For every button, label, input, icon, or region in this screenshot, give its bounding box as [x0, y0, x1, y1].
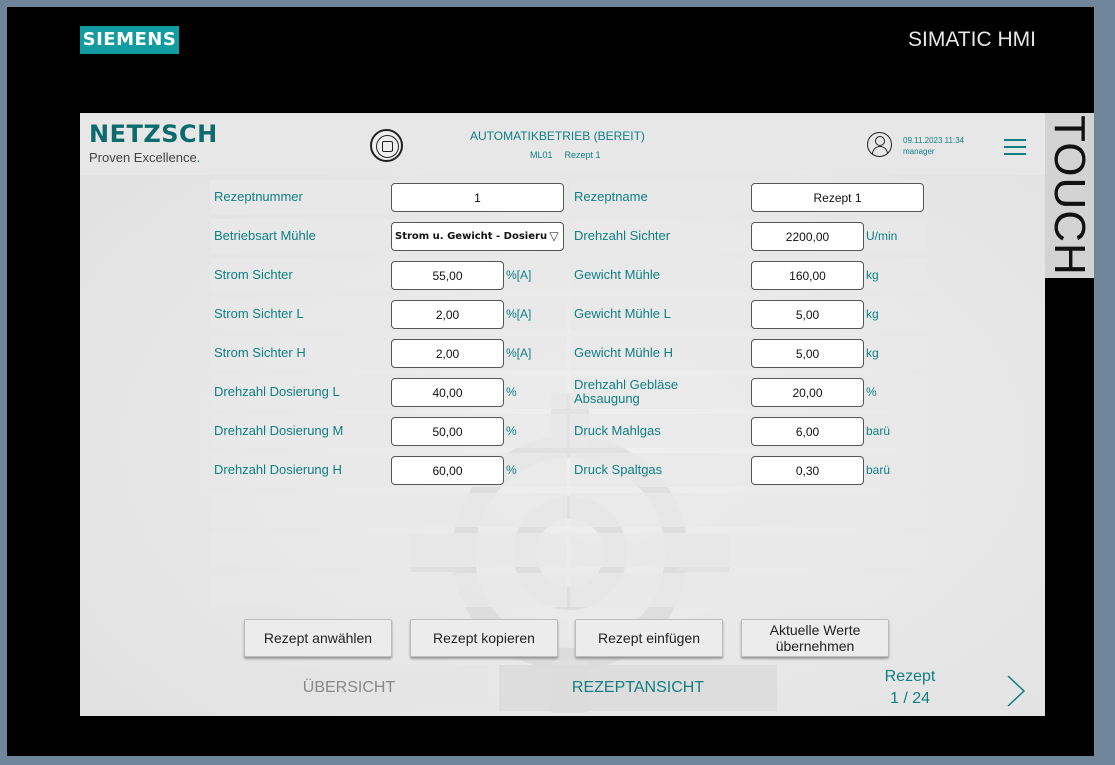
- tab-overview[interactable]: ÜBERSICHT: [210, 665, 488, 711]
- username: manager: [903, 147, 935, 156]
- machine-recipe-info: ML01 Rezept 1: [530, 150, 613, 160]
- recipe-number-field[interactable]: 1: [391, 183, 564, 212]
- header-bar: NETZSCH Proven Excellence. AUTOMATIKBETR…: [80, 113, 1045, 175]
- machine-id: ML01: [530, 150, 553, 160]
- tagline-text: Proven Excellence: [89, 150, 197, 165]
- mill-mode-value: Strom u. Gewicht - Dosierung: [395, 231, 562, 242]
- copy-recipe-button[interactable]: Rezept kopieren: [410, 619, 558, 657]
- gewicht-muehle-h-field[interactable]: 5,00: [751, 339, 864, 368]
- form-row-mill-mode: Betriebsart Mühle Strom u. Gewicht - Dos…: [210, 219, 567, 253]
- select-recipe-button[interactable]: Rezept anwählen: [244, 619, 392, 657]
- strom-sichter-h-unit: %[A]: [506, 346, 532, 360]
- form-row-gewicht-muehle-l: Gewicht Mühle L 5,00 kg: [570, 297, 927, 331]
- form-row-dosierung-m: Drehzahl Dosierung M 50,00 %: [210, 414, 567, 448]
- form-row-gewicht-muehle-h: Gewicht Mühle H 5,00 kg: [570, 336, 927, 370]
- recipe-name-field[interactable]: Rezept 1: [751, 183, 924, 212]
- strom-sichter-unit: %[A]: [506, 268, 532, 282]
- strom-sichter-l-unit: %[A]: [506, 307, 532, 321]
- form-row-drehzahl-sichter: Drehzahl Sichter 2200,00 U/min: [570, 219, 927, 253]
- empty-row: [570, 573, 927, 607]
- druck-mahlgas-label: Druck Mahlgas: [574, 423, 661, 438]
- dropdown-arrow-icon: ▽: [547, 229, 561, 243]
- tab-recipe-view[interactable]: REZEPTANSICHT: [499, 665, 777, 711]
- gewicht-muehle-l-field[interactable]: 5,00: [751, 300, 864, 329]
- recipe-pager: Rezept 1 / 24: [875, 666, 945, 710]
- pager-count: 1 / 24: [889, 690, 931, 707]
- druck-mahlgas-unit: barü: [866, 424, 891, 438]
- pager-title: Rezept: [884, 668, 936, 685]
- active-recipe: Rezept 1: [564, 150, 601, 160]
- paste-recipe-button[interactable]: Rezept einfügen: [575, 619, 723, 657]
- stop-icon[interactable]: [370, 129, 403, 162]
- gewicht-muehle-h-label: Gewicht Mühle H: [574, 345, 673, 360]
- form-row-strom-sichter: Strom Sichter 55,00 %[A]: [210, 258, 567, 292]
- strom-sichter-l-field[interactable]: 2,00: [391, 300, 504, 329]
- dosierung-l-label: Drehzahl Dosierung L: [214, 384, 340, 399]
- company-tagline: Proven Excellence.: [89, 150, 200, 165]
- geblaese-absaugung-field[interactable]: 20,00: [751, 378, 864, 407]
- gewicht-muehle-l-unit: kg: [866, 307, 879, 321]
- drehzahl-sichter-label: Drehzahl Sichter: [574, 228, 671, 243]
- form-row-druck-spaltgas: Druck Spaltgas 0,30 barü: [570, 453, 927, 487]
- dosierung-m-field[interactable]: 50,00: [391, 417, 504, 446]
- tagline-dot: .: [196, 150, 201, 165]
- hamburger-menu-icon[interactable]: [1004, 139, 1026, 155]
- dosierung-l-unit: %: [506, 385, 517, 399]
- gewicht-muehle-l-label: Gewicht Mühle L: [574, 306, 671, 321]
- mill-mode-label: Betriebsart Mühle: [214, 228, 316, 243]
- recipe-number-label: Rezeptnummer: [214, 189, 303, 204]
- strom-sichter-l-label: Strom Sichter L: [214, 306, 304, 321]
- operating-mode-status: AUTOMATIKBETRIEB (BEREIT): [470, 129, 645, 143]
- strom-sichter-h-field[interactable]: 2,00: [391, 339, 504, 368]
- form-row-gewicht-muehle: Gewicht Mühle 160,00 kg: [570, 258, 927, 292]
- empty-row: [210, 533, 567, 567]
- strom-sichter-field[interactable]: 55,00: [391, 261, 504, 290]
- form-row-recipe-number: Rezeptnummer 1: [210, 180, 567, 214]
- device-model: SIMATIC HMI: [908, 28, 1036, 51]
- strom-sichter-label: Strom Sichter: [214, 267, 293, 282]
- drehzahl-sichter-unit: U/min: [866, 229, 898, 243]
- dosierung-m-unit: %: [506, 424, 517, 438]
- form-row-strom-sichter-l: Strom Sichter L 2,00 %[A]: [210, 297, 567, 331]
- empty-row: [210, 493, 567, 527]
- dosierung-l-field[interactable]: 40,00: [391, 378, 504, 407]
- dosierung-h-label: Drehzahl Dosierung H: [214, 462, 342, 477]
- form-row-druck-mahlgas: Druck Mahlgas 6,00 barü: [570, 414, 927, 448]
- form-row-dosierung-h: Drehzahl Dosierung H 60,00 %: [210, 453, 567, 487]
- geblaese-absaugung-label: Drehzahl Gebläse Absaugung: [574, 377, 679, 406]
- druck-spaltgas-label: Druck Spaltgas: [574, 462, 663, 477]
- drehzahl-sichter-field[interactable]: 2200,00: [751, 222, 864, 251]
- gewicht-muehle-field[interactable]: 160,00: [751, 261, 864, 290]
- strom-sichter-h-label: Strom Sichter H: [214, 345, 306, 360]
- empty-row: [210, 573, 567, 607]
- form-row-geblaese-absaugung: Drehzahl Gebläse Absaugung 20,00 %: [570, 375, 927, 409]
- druck-spaltgas-field[interactable]: 0,30: [751, 456, 864, 485]
- gewicht-muehle-label: Gewicht Mühle: [574, 267, 660, 282]
- druck-mahlgas-field[interactable]: 6,00: [751, 417, 864, 446]
- hmi-screen: NETZSCH Proven Excellence. AUTOMATIKBETR…: [80, 113, 1045, 716]
- dosierung-h-unit: %: [506, 463, 517, 477]
- dosierung-m-label: Drehzahl Dosierung M: [214, 423, 344, 438]
- empty-row: [570, 533, 927, 567]
- druck-spaltgas-unit: barü: [866, 463, 891, 477]
- apply-current-values-button[interactable]: Aktuelle Werte übernehmen: [741, 619, 889, 657]
- gewicht-muehle-h-unit: kg: [866, 346, 879, 360]
- dosierung-h-field[interactable]: 60,00: [391, 456, 504, 485]
- date-time: 09.11.2023 11:34: [903, 136, 965, 145]
- form-row-recipe-name: Rezeptname Rezept 1: [570, 180, 927, 214]
- siemens-logo: SIEMENS: [80, 26, 179, 54]
- empty-row: [570, 493, 927, 527]
- form-row-strom-sichter-h: Strom Sichter H 2,00 %[A]: [210, 336, 567, 370]
- touch-label: TOUCH: [1045, 115, 1094, 276]
- recipe-name-label: Rezeptname: [574, 189, 648, 204]
- netzsch-logo: NETZSCH: [89, 120, 218, 148]
- form-row-dosierung-l: Drehzahl Dosierung L 40,00 %: [210, 375, 567, 409]
- mill-mode-dropdown[interactable]: Strom u. Gewicht - Dosierung ▽: [391, 222, 564, 251]
- gewicht-muehle-unit: kg: [866, 268, 879, 282]
- chevron-right-icon[interactable]: [998, 673, 1032, 709]
- geblaese-absaugung-unit: %: [866, 385, 877, 399]
- user-icon[interactable]: [867, 132, 892, 157]
